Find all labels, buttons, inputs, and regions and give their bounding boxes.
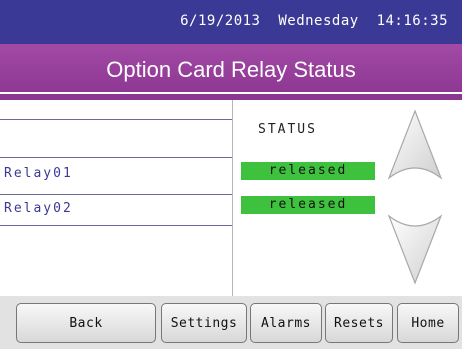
relay-name: Relay02 xyxy=(4,201,73,216)
column-divider xyxy=(232,100,233,296)
chevron-up-icon xyxy=(387,109,443,180)
datetime-readout: 6/19/2013 Wednesday 14:16:35 xyxy=(180,13,448,29)
scroll-down-button[interactable] xyxy=(386,208,444,286)
status-column-header: STATUS xyxy=(258,122,317,137)
chevron-down-icon xyxy=(387,214,443,285)
row-divider xyxy=(0,119,232,120)
status-bar: 6/19/2013 Wednesday 14:16:35 xyxy=(0,0,462,44)
row-divider xyxy=(0,225,232,226)
button-bar: Back Settings Alarms Resets Home xyxy=(0,296,462,349)
page-title: Option Card Relay Status xyxy=(106,57,356,82)
alarms-button[interactable]: Alarms xyxy=(250,303,322,343)
settings-button[interactable]: Settings xyxy=(161,303,247,343)
home-button[interactable]: Home xyxy=(397,303,459,343)
status-badge: released xyxy=(241,162,375,180)
relay-status-table: STATUS Relay01 released Relay02 released xyxy=(0,100,380,296)
relay-name: Relay01 xyxy=(4,166,73,181)
row-divider xyxy=(0,157,232,158)
weekday-text: Wednesday xyxy=(278,13,359,29)
scroll-up-button[interactable] xyxy=(386,108,444,186)
title-bar: Option Card Relay Status xyxy=(0,44,462,100)
title-divider xyxy=(0,92,462,94)
status-badge: released xyxy=(241,196,375,214)
date-text: 6/19/2013 xyxy=(180,13,261,29)
back-button[interactable]: Back xyxy=(16,303,156,343)
row-divider xyxy=(0,194,232,195)
resets-button[interactable]: Resets xyxy=(325,303,393,343)
time-text: 14:16:35 xyxy=(376,13,448,29)
